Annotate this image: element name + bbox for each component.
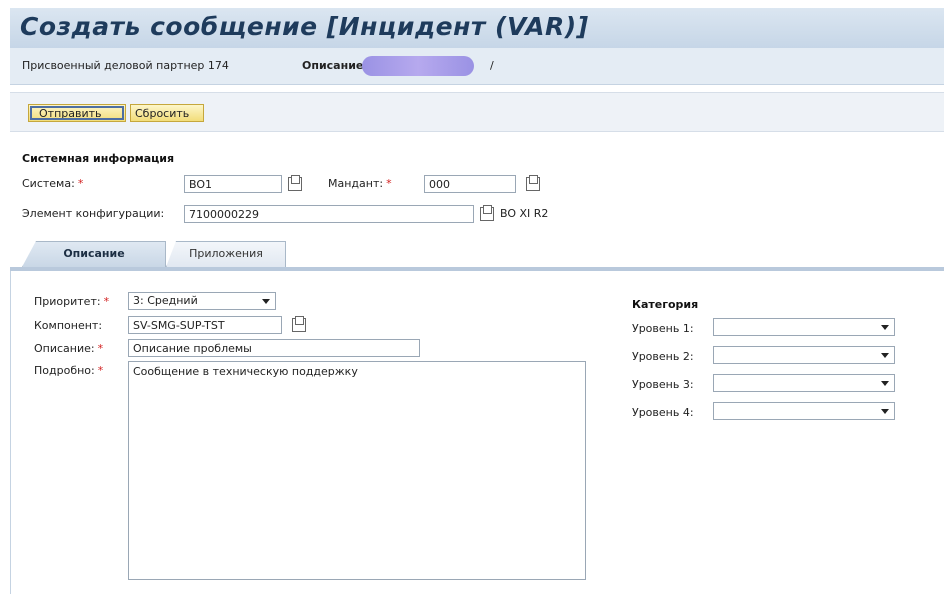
level-4-select[interactable] (713, 402, 895, 420)
reset-button[interactable]: Сбросить (130, 104, 204, 122)
description-input[interactable] (128, 339, 420, 357)
tab-attachments[interactable]: Приложения (166, 241, 286, 267)
description-label: Описание: * (34, 342, 103, 355)
config-item-label: Элемент конфигурации: (22, 207, 165, 220)
value-help-icon[interactable] (288, 175, 302, 191)
priority-label: Приоритет: * (34, 295, 109, 308)
page-title: Создать сообщение [Инцидент (VAR)] (20, 12, 589, 41)
level-3-label: Уровень 3: (632, 378, 694, 391)
description-info-label: Описание (302, 59, 364, 72)
chevron-down-icon (881, 325, 889, 330)
system-info-title: Системная информация (22, 152, 175, 165)
description-label-text: Описание: (34, 342, 95, 355)
partner-info: Присвоенный деловой партнер 174 (22, 59, 229, 72)
details-label: Подробно: * (34, 364, 103, 377)
system-label: Система: * (22, 177, 83, 190)
redacted-description (362, 56, 474, 76)
required-marker: * (97, 364, 104, 377)
details-label-text: Подробно: (34, 364, 95, 377)
required-marker: * (97, 342, 104, 355)
send-button[interactable]: Отправить (28, 104, 126, 122)
system-input[interactable] (184, 175, 282, 193)
level-3-select[interactable] (713, 374, 895, 392)
value-help-icon[interactable] (480, 205, 494, 221)
level-4-label: Уровень 4: (632, 406, 694, 419)
priority-select[interactable]: 3: Средний (128, 292, 276, 310)
required-marker: * (386, 177, 392, 190)
details-textarea[interactable]: Сообщение в техническую поддержку (128, 361, 586, 580)
chevron-down-icon (881, 409, 889, 414)
required-marker: * (103, 295, 110, 308)
category-title: Категория (632, 298, 699, 311)
chevron-down-icon (262, 299, 270, 304)
required-marker: * (77, 177, 84, 190)
component-label: Компонент: (34, 319, 103, 332)
description-info-suffix: / (490, 59, 494, 72)
tab-description[interactable]: Описание (22, 241, 166, 267)
level-2-select[interactable] (713, 346, 895, 364)
client-label: Мандант: * (328, 177, 392, 190)
priority-label-text: Приоритет: (34, 295, 101, 308)
level-1-select[interactable] (713, 318, 895, 336)
level-1-label: Уровень 1: (632, 322, 694, 335)
config-item-input[interactable] (184, 205, 474, 223)
value-help-icon[interactable] (292, 316, 306, 332)
priority-value: 3: Средний (133, 294, 198, 307)
level-2-label: Уровень 2: (632, 350, 694, 363)
chevron-down-icon (881, 353, 889, 358)
chevron-down-icon (881, 381, 889, 386)
component-input[interactable] (128, 316, 282, 334)
config-item-text: BO XI R2 (500, 207, 549, 220)
client-label-text: Мандант: (328, 177, 384, 190)
value-help-icon[interactable] (526, 175, 540, 191)
system-label-text: Система: (22, 177, 75, 190)
client-input[interactable] (424, 175, 516, 193)
